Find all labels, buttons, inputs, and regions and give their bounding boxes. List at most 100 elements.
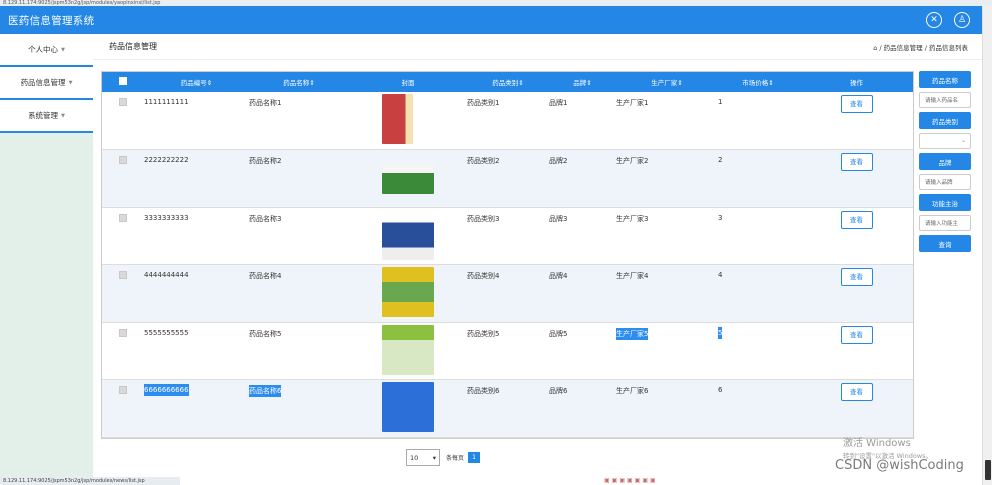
table-row: 6666666666 药品名称6 药品类别6 品牌6 生产厂家6 6 查看 (102, 379, 913, 438)
cell-actions: 查看 (798, 92, 913, 150)
column-header-category[interactable]: 药品类别⇕ (467, 72, 549, 92)
row-checkbox[interactable] (102, 265, 144, 323)
cell-actions: 查看 (798, 322, 913, 380)
drug-cover-image (382, 94, 434, 144)
cell-id: 4444444444 (144, 271, 189, 279)
csdn-watermark: CSDN @wishCoding (835, 458, 964, 473)
function-input[interactable]: 请输入功能主 (919, 215, 971, 231)
page-size-suffix: 条每页 (446, 455, 465, 462)
cell-actions: 查看 (798, 265, 913, 323)
table-row: 4444444444 药品名称4 药品类别4 品牌4 生产厂家4 4 查看 (102, 264, 913, 323)
search-panel: 药品名称 请输入药品名 药品类别 ⌄ 品牌 请输入品牌 功能主治 请输入功能主 … (919, 71, 971, 252)
cell-price: 4 (718, 271, 723, 279)
sidebar-item-label: 系统管理 (28, 111, 59, 120)
status-bar-url: 8.129.11.174:9025/jspm53n2g/jsp/modules/… (0, 477, 180, 485)
drug-name-label: 药品名称 (919, 71, 971, 88)
cell-id: 3333333333 (144, 213, 189, 222)
cell-brand: 品牌1 (549, 99, 568, 107)
cell-category: 药品类别5 (467, 329, 500, 338)
drug-table: 药品编号⇕ 药品名称⇕ 封面 药品类别⇕ 品牌⇕ 生产厂家⇕ 市场价格⇕ 操作 … (102, 72, 913, 438)
query-button[interactable]: 查询 (919, 235, 971, 252)
drug-table-panel: 药品编号⇕ 药品名称⇕ 封面 药品类别⇕ 品牌⇕ 生产厂家⇕ 市场价格⇕ 操作 … (101, 71, 914, 439)
theme-icon[interactable]: ✕ (926, 12, 942, 28)
cell-id: 2222222222 (144, 156, 189, 164)
page-size-value: 10 (410, 453, 419, 462)
column-header-name[interactable]: 药品名称⇕ (249, 72, 349, 92)
drug-category-select[interactable]: ⌄ (919, 133, 971, 149)
drug-cover-image (382, 324, 434, 375)
sidebar: 个人中心 ▼ 药品信息管理 ▼ 系统管理 ▼ (0, 34, 93, 477)
top-header: 医药信息管理系统 ✕ ♙ (0, 6, 982, 34)
row-checkbox[interactable] (102, 322, 144, 380)
cell-category: 药品类别1 (467, 99, 500, 107)
cell-name: 药品名称4 (249, 272, 282, 280)
cell-actions: 查看 (798, 150, 913, 208)
row-checkbox[interactable] (102, 380, 144, 438)
tray-icons: ▣▣▣▣▣▣▣ (604, 477, 658, 484)
chevron-down-icon: ▼ (61, 46, 65, 53)
cell-brand: 品牌4 (549, 272, 568, 280)
page-title: 药品信息管理 (109, 42, 157, 51)
cell-category: 药品类别2 (467, 157, 500, 165)
cell-brand: 品牌2 (549, 157, 568, 165)
breadcrumb-bar: 药品信息管理 ⌂ / 药品信息管理 / 药品信息列表 (93, 34, 982, 60)
drug-cover-image (382, 209, 434, 260)
cell-name: 药品名称3 (249, 214, 282, 223)
cell-cover (349, 92, 467, 150)
column-header-brand[interactable]: 品牌⇕ (549, 72, 616, 92)
cell-id: 5555555555 (144, 328, 189, 337)
cell-category: 药品类别6 (467, 387, 500, 395)
cell-maker: 生产厂家3 (616, 214, 649, 223)
view-button[interactable]: 查看 (840, 383, 873, 401)
drug-name-input[interactable]: 请输入药品名 (919, 92, 971, 108)
table-row: 5555555555 药品名称5 药品类别5 品牌5 生产厂家5 5 查看 (102, 322, 913, 380)
scrollbar-thumb[interactable] (985, 460, 991, 480)
sidebar-item-system[interactable]: 系统管理 ▼ (0, 100, 93, 133)
page-number-button[interactable]: 1 (468, 452, 481, 463)
cell-maker: 生产厂家4 (616, 272, 649, 280)
view-button[interactable]: 查看 (840, 268, 873, 286)
table-row: 1111111111 药品名称1 药品类别1 品牌1 生产厂家1 1 查看 (102, 92, 913, 150)
sidebar-item-personal-center[interactable]: 个人中心 ▼ (0, 34, 93, 67)
user-avatar-icon[interactable]: ♙ (954, 12, 970, 28)
select-all-checkbox[interactable] (102, 72, 144, 92)
cell-name: 药品名称6 (249, 385, 282, 397)
chevron-down-icon: ▼ (61, 112, 65, 119)
column-header-id[interactable]: 药品编号⇕ (144, 72, 249, 92)
column-header-price[interactable]: 市场价格⇕ (718, 72, 798, 92)
cell-cover (349, 322, 467, 380)
view-button[interactable]: 查看 (840, 153, 873, 171)
cell-name: 药品名称1 (249, 99, 282, 107)
drug-cover-image (382, 267, 434, 317)
cell-actions: 查看 (798, 207, 913, 265)
sidebar-item-label: 个人中心 (28, 45, 59, 54)
cell-name: 药品名称5 (249, 329, 282, 338)
drug-category-label: 药品类别 (919, 112, 971, 129)
pagination: 10 ▾ 条每页 1 (406, 449, 481, 466)
cell-id: 6666666666 (144, 384, 189, 396)
row-checkbox[interactable] (102, 150, 144, 208)
row-checkbox[interactable] (102, 92, 144, 150)
cell-category: 药品类别4 (467, 272, 500, 280)
chevron-down-icon: ▾ (432, 453, 436, 462)
sidebar-item-drug-info[interactable]: 药品信息管理 ▼ (0, 67, 93, 100)
function-label: 功能主治 (919, 194, 971, 211)
breadcrumb[interactable]: ⌂ / 药品信息管理 / 药品信息列表 (873, 42, 982, 52)
cell-id: 1111111111 (144, 98, 189, 106)
row-checkbox[interactable] (102, 207, 144, 265)
vertical-scrollbar[interactable] (982, 6, 992, 485)
cell-brand: 品牌5 (549, 329, 568, 338)
brand-input[interactable]: 请输入品牌 (919, 174, 971, 190)
page-size-select[interactable]: 10 ▾ (406, 449, 440, 466)
cell-price: 3 (718, 213, 723, 222)
brand-label: 品牌 (919, 153, 971, 170)
view-button[interactable]: 查看 (840, 325, 873, 344)
cell-name: 药品名称2 (249, 157, 282, 165)
view-button[interactable]: 查看 (840, 210, 873, 229)
cell-price: 2 (718, 156, 723, 164)
cell-brand: 品牌6 (549, 387, 568, 395)
cell-maker: 生产厂家1 (616, 99, 649, 107)
chevron-down-icon: ▼ (68, 79, 73, 86)
view-button[interactable]: 查看 (840, 95, 873, 113)
column-header-maker[interactable]: 生产厂家⇕ (616, 72, 718, 92)
